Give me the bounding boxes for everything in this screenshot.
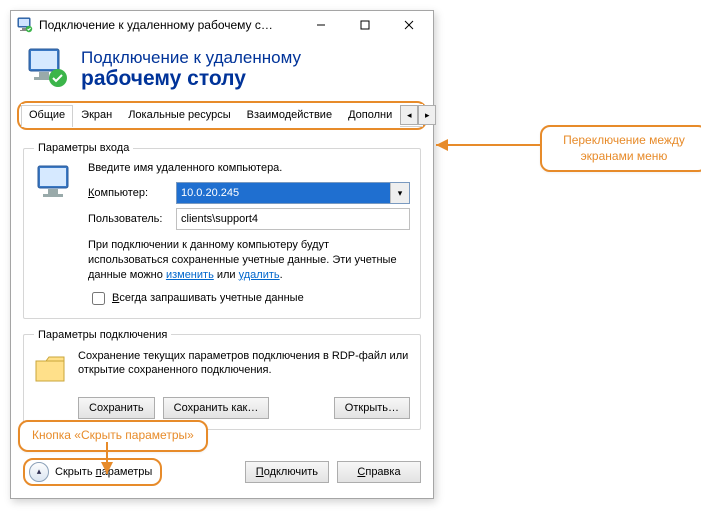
footer: ▴ Скрыть параметры Подключить Справка (11, 450, 433, 498)
callout-tabs: Переключение между экранами меню (540, 125, 701, 172)
group-connection: Параметры подключения Сохранение текущих… (23, 329, 421, 430)
group-connection-legend: Параметры подключения (34, 329, 171, 341)
header-line2: рабочему столу (81, 68, 301, 90)
note-post: . (280, 269, 283, 281)
link-delete-credentials[interactable]: удалить (239, 269, 280, 281)
credentials-note: При подключении к данному компьютеру буд… (88, 238, 410, 283)
window-title: Подключение к удаленному рабочему с… (39, 18, 299, 32)
app-icon (17, 17, 33, 33)
arrow-tabs (432, 130, 542, 160)
content: Параметры входа Введите имя удаленного к… (11, 130, 433, 450)
collapse-icon[interactable]: ▴ (29, 462, 49, 482)
minimize-button[interactable] (299, 11, 343, 39)
always-prompt-label: Всегда запрашивать учетные данные (112, 292, 304, 304)
tab-advanced[interactable]: Дополни (340, 105, 400, 127)
tab-scroll-right[interactable]: ▸ (418, 105, 436, 125)
user-input[interactable] (176, 208, 410, 230)
always-prompt-checkbox[interactable] (92, 292, 105, 305)
maximize-button[interactable] (343, 11, 387, 39)
tabs: Общие Экран Локальные ресурсы Взаимодейс… (21, 104, 423, 127)
computer-combo[interactable]: ▾ (176, 182, 410, 204)
header-line1: Подключение к удаленному (81, 48, 301, 68)
open-button[interactable]: Открыть… (334, 397, 410, 419)
tab-general[interactable]: Общие (21, 105, 73, 127)
computer-label: Компьютер: (88, 187, 170, 199)
header-text: Подключение к удаленному рабочему столу (81, 48, 301, 90)
tab-scroll-left[interactable]: ◂ (400, 105, 418, 125)
rdp-header-icon (25, 47, 69, 91)
close-button[interactable] (387, 11, 431, 39)
tab-local-resources[interactable]: Локальные ресурсы (120, 105, 238, 127)
save-button[interactable]: Сохранить (78, 397, 155, 419)
tabs-highlight: Общие Экран Локальные ресурсы Взаимодейс… (17, 101, 427, 130)
save-as-button[interactable]: Сохранить как… (163, 397, 270, 419)
login-intro: Введите имя удаленного компьютера. (88, 162, 410, 174)
hide-options-link[interactable]: Скрыть параметры (55, 466, 152, 478)
titlebar: Подключение к удаленному рабочему с… (11, 11, 433, 39)
computer-dropdown-button[interactable]: ▾ (390, 183, 409, 203)
connection-text: Сохранение текущих параметров подключени… (78, 349, 410, 389)
link-edit-credentials[interactable]: изменить (166, 269, 214, 281)
note-mid: или (214, 269, 239, 281)
user-label: Пользователь: (88, 213, 170, 225)
hide-options-highlight: ▴ Скрыть параметры (23, 458, 162, 486)
callout-hide: Кнопка «Скрыть параметры» (18, 420, 208, 452)
help-button[interactable]: Справка (337, 461, 421, 483)
tab-experience[interactable]: Взаимодействие (239, 105, 340, 127)
tab-scroll: ◂ ▸ (400, 104, 436, 126)
folder-icon (34, 349, 68, 389)
header: Подключение к удаленному рабочему столу (11, 39, 433, 101)
connect-button[interactable]: Подключить (245, 461, 329, 483)
group-login: Параметры входа Введите имя удаленного к… (23, 142, 421, 319)
group-login-legend: Параметры входа (34, 142, 133, 154)
computer-input[interactable] (177, 183, 390, 203)
tab-display[interactable]: Экран (73, 105, 120, 127)
computer-icon (34, 162, 78, 206)
